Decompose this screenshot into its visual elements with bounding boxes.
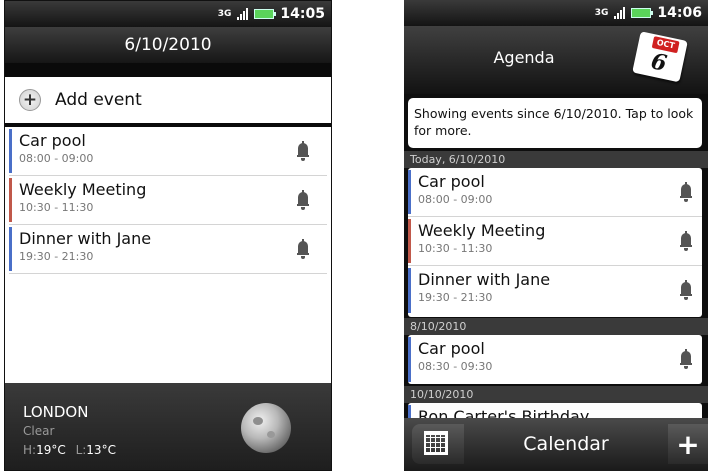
showing-events-banner[interactable]: Showing events since 6/10/2010. Tap to l…: [408, 98, 702, 148]
event-item[interactable]: Dinner with Jane 19:30 - 21:30: [408, 266, 702, 315]
calendar-color-bar: [408, 268, 411, 313]
event-title: Weekly Meeting: [418, 221, 546, 240]
status-time: 14:06: [657, 5, 702, 21]
battery-icon: [254, 9, 277, 19]
calendar-color-bar: [9, 178, 12, 222]
high-temp: 19°C: [36, 443, 66, 457]
agenda-header: Agenda OCT 6: [404, 26, 708, 94]
bell-icon: [680, 280, 692, 301]
status-time: 14:05: [280, 6, 325, 22]
calendar-color-bar: [9, 129, 12, 173]
add-event-button[interactable]: + Add event: [9, 77, 327, 123]
event-item[interactable]: Car pool 08:00 - 09:00: [408, 168, 702, 217]
event-time: 08:00 - 09:00: [19, 152, 94, 165]
bell-icon: [680, 182, 692, 203]
event-time: 10:30 - 11:30: [418, 242, 493, 255]
bottom-bar: Calendar +: [404, 418, 708, 471]
bell-icon: [297, 239, 309, 260]
low-temp: 13°C: [86, 443, 116, 457]
date-header: 8/10/2010: [404, 318, 708, 335]
event-time: 19:30 - 21:30: [418, 291, 493, 304]
network-indicator: 3G: [217, 8, 232, 19]
page-title: Agenda: [493, 48, 555, 67]
header-divider: [5, 63, 331, 77]
event-title: Dinner with Jane: [19, 229, 152, 248]
bell-icon: [297, 141, 309, 162]
weather-widget[interactable]: LONDON Clear H:19°C L:13°C: [5, 383, 331, 470]
status-bar: 3G 14:06: [404, 0, 708, 26]
add-event-plus-button[interactable]: +: [668, 424, 708, 464]
calendar-color-bar: [408, 219, 411, 263]
event-title: Car pool: [418, 172, 485, 191]
add-event-label: Add event: [55, 90, 142, 110]
calendar-color-bar: [9, 227, 12, 271]
date-header: 10/10/2010: [404, 386, 708, 403]
date-title: 6/10/2010: [5, 27, 331, 63]
battery-icon: [631, 8, 654, 18]
agenda-view-screen: 3G 14:06 Agenda OCT 6 Showing events sin…: [404, 0, 708, 471]
signal-icon: [614, 7, 626, 19]
plus-icon: +: [19, 89, 41, 111]
high-label: H:: [23, 443, 37, 457]
low-label: L:: [75, 443, 87, 457]
weather-temperatures: H:19°C L:13°C: [23, 443, 116, 457]
weather-city: LONDON: [23, 403, 89, 421]
date-header: Today, 6/10/2010: [404, 151, 708, 168]
calendar-color-bar: [408, 170, 411, 214]
bell-icon: [680, 349, 692, 370]
event-group: Car pool 08:00 - 09:00 Weekly Meeting 10…: [408, 168, 702, 317]
day-view-screen: 3G 14:05 6/10/2010 + Add event Car pool …: [4, 0, 332, 471]
event-time: 08:30 - 09:30: [418, 360, 493, 373]
calendar-grid-icon: [424, 431, 448, 455]
event-item[interactable]: Car pool 08:00 - 09:00: [9, 127, 327, 176]
status-bar: 3G 14:05: [5, 1, 331, 27]
weather-condition: Clear: [23, 424, 55, 438]
event-item[interactable]: Dinner with Jane 19:30 - 21:30: [9, 225, 327, 274]
event-title: Dinner with Jane: [418, 270, 551, 289]
event-title: Weekly Meeting: [19, 180, 147, 199]
event-group: Car pool 08:30 - 09:30: [408, 335, 702, 384]
moon-icon: [241, 403, 291, 453]
event-time: 10:30 - 11:30: [19, 201, 94, 214]
event-item[interactable]: Car pool 08:30 - 09:30: [408, 335, 702, 384]
network-indicator: 3G: [594, 7, 609, 18]
event-list: Car pool 08:00 - 09:00 Weekly Meeting 10…: [9, 127, 327, 383]
calendar-color-bar: [408, 337, 411, 382]
event-item[interactable]: Weekly Meeting 10:30 - 11:30: [408, 217, 702, 266]
calendar-date-icon: OCT 6: [627, 25, 695, 90]
event-time: 19:30 - 21:30: [19, 250, 94, 263]
bell-icon: [680, 231, 692, 252]
bottom-bar-label: Calendar: [523, 433, 609, 455]
event-time: 08:00 - 09:00: [418, 193, 493, 206]
signal-icon: [237, 8, 249, 20]
bell-icon: [297, 190, 309, 211]
calendar-page: OCT 6: [632, 31, 688, 83]
event-title: Car pool: [19, 131, 86, 150]
event-item[interactable]: Weekly Meeting 10:30 - 11:30: [9, 176, 327, 225]
event-title: Car pool: [418, 339, 485, 358]
calendar-view-button[interactable]: [412, 424, 464, 464]
